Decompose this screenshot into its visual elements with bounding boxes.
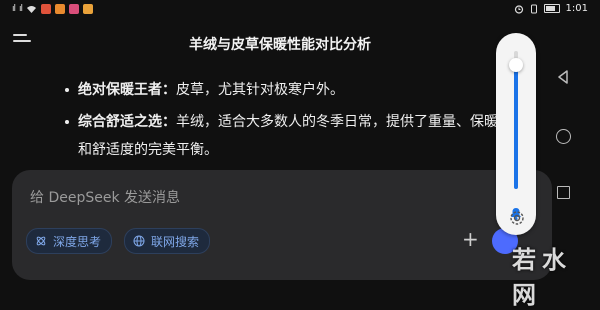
volume-panel bbox=[496, 33, 536, 235]
deep-think-toggle[interactable]: 深度思考 bbox=[26, 228, 113, 254]
alarm-icon bbox=[514, 4, 523, 14]
watermark-logo: 若水网 bbox=[512, 245, 572, 309]
list-item: 绝对保暖王者：皮草，尤其针对极寒户外。 bbox=[64, 76, 504, 104]
notification-app-icon bbox=[69, 4, 80, 14]
message-input[interactable]: 给 DeepSeek 发送消息 bbox=[30, 187, 180, 207]
list-item: 综合舒适之选：羊绒，适合大多数人的冬季日常，提供了重量、保暖和舒适度的完美平衡。 bbox=[64, 108, 504, 164]
globe-icon bbox=[133, 235, 145, 247]
recent-apps-button[interactable] bbox=[557, 186, 570, 199]
web-search-toggle[interactable]: 联网搜索 bbox=[124, 228, 211, 254]
web-search-label: 联网搜索 bbox=[151, 234, 200, 249]
notification-app-icon bbox=[55, 4, 66, 14]
status-bar: ıl ıl 1:01 bbox=[0, 0, 600, 22]
gear-icon[interactable] bbox=[509, 210, 525, 226]
signal-icon: ıl bbox=[12, 4, 16, 14]
vibrate-icon bbox=[530, 4, 537, 13]
atom-icon bbox=[36, 236, 46, 246]
volume-level bbox=[514, 64, 518, 189]
wifi-icon bbox=[27, 5, 37, 13]
battery-icon bbox=[543, 4, 560, 13]
bullet-text: 皮草，尤其针对极寒户外。 bbox=[176, 82, 344, 98]
back-icon[interactable] bbox=[556, 70, 570, 84]
bullet-label: 综合舒适之选： bbox=[78, 114, 176, 130]
bullet-label: 绝对保暖王者： bbox=[78, 82, 176, 98]
volume-slider-handle[interactable] bbox=[509, 57, 523, 72]
signal-icon-2: ıl bbox=[19, 4, 23, 14]
home-button[interactable] bbox=[556, 129, 571, 144]
conversation-title: 羊绒与皮草保暖性能对比分析 bbox=[189, 37, 371, 53]
notification-app-icon bbox=[83, 4, 94, 14]
status-left-icons: ıl ıl bbox=[12, 4, 94, 14]
notification-app-icon bbox=[41, 4, 52, 14]
message-content: 绝对保暖王者：皮草，尤其针对极寒户外。 综合舒适之选：羊绒，适合大多数人的冬季日… bbox=[64, 76, 504, 168]
add-attachment-button[interactable]: + bbox=[462, 228, 479, 250]
status-right: 1:01 bbox=[514, 3, 588, 14]
volume-slider[interactable] bbox=[509, 51, 523, 189]
status-time: 1:01 bbox=[565, 3, 588, 14]
deep-think-label: 深度思考 bbox=[53, 234, 102, 249]
